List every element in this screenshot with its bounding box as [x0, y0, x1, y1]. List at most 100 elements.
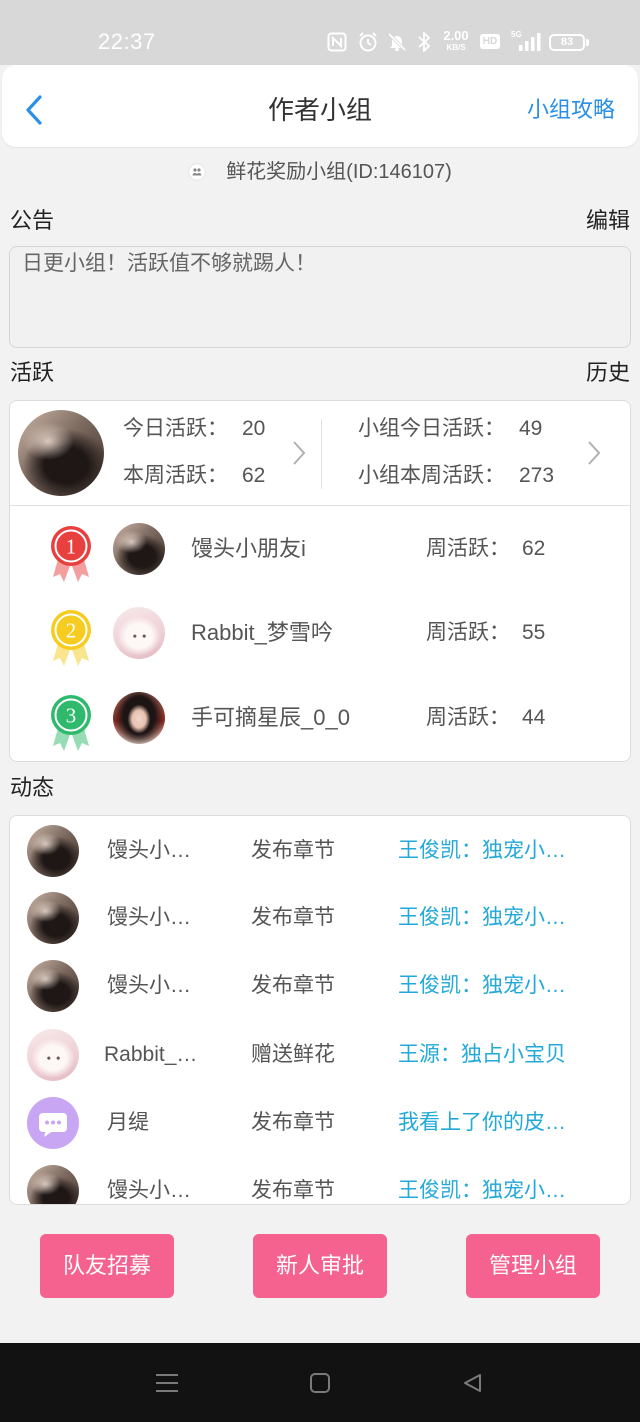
group-info: 鲜花奖励小组(ID:146107): [0, 158, 640, 186]
signal-icon: [519, 33, 541, 51]
net-speed-unit: KB/S: [446, 43, 466, 52]
member-name: Rabbit_梦雪吟: [191, 620, 333, 645]
group-today-activity: 小组今日活跃： 49: [358, 414, 542, 444]
history-button[interactable]: 历史: [586, 359, 630, 387]
status-bar: 22:37 2.00 KB/S HD 5G 83: [0, 0, 640, 65]
activity-label: 活跃: [10, 360, 55, 385]
home-square-icon[interactable]: [309, 1372, 331, 1394]
week-activity: 本周活跃： 62: [123, 461, 265, 491]
alarm-icon: [359, 32, 377, 52]
ranking-row[interactable]: 1 馒头小朋友i 周活跃： 62: [10, 519, 630, 582]
group-week-activity: 小组本周活跃： 273: [358, 461, 554, 491]
feed-item[interactable]: Rabbit_… 赠送鲜花 王源：独占小宝贝: [10, 1025, 630, 1085]
top-app-bar: 作者小组 小组攻略: [2, 65, 638, 147]
group-activity-summary[interactable]: 小组今日活跃： 49 小组本周活跃： 273: [322, 401, 630, 505]
group-today-activity-label: 小组今日活跃：: [358, 417, 505, 440]
chevron-right-icon: [293, 441, 306, 465]
approve-newcomers-button[interactable]: 新人审批: [253, 1234, 387, 1298]
announcement-text: 日更小组！活跃值不够就踢人！: [9, 246, 631, 348]
week-activity-label: 周活跃：: [426, 706, 510, 729]
week-activity-label: 周活跃：: [426, 621, 510, 644]
rank-number: 1: [66, 535, 77, 559]
divider: [10, 505, 630, 506]
feed-item[interactable]: 馒头小… 发布章节 王俊凯：独宠小…: [10, 956, 630, 1016]
group-week-activity-value: 273: [519, 464, 555, 487]
feed-action: 发布章节: [251, 974, 335, 997]
avatar: [113, 523, 165, 575]
feed-target-link[interactable]: 王俊凯：独宠小…: [398, 1176, 566, 1204]
feed-item[interactable]: 馒头小… 发布章节 王俊凯：独宠小…: [10, 821, 630, 881]
member-name: 馒头小朋友i: [191, 536, 306, 561]
feed-list[interactable]: 馒头小… 发布章节 王俊凯：独宠小… 馒头小… 发布章节 王俊凯：独宠小… 馒头…: [9, 815, 631, 1205]
medal-rank-1-icon: 1: [51, 526, 91, 582]
status-time: 22:37: [98, 29, 156, 54]
feed-user-name: 馒头小…: [107, 974, 191, 997]
nfc-icon: [327, 32, 347, 52]
feed-target-link[interactable]: 王俊凯：独宠小…: [398, 903, 566, 933]
rank-number: 2: [66, 619, 77, 643]
feed-user-name: Rabbit_…: [104, 1043, 198, 1066]
feed-action: 发布章节: [251, 906, 335, 929]
feed-target-link[interactable]: 王源：独占小宝贝: [398, 1040, 566, 1070]
feed-target-link[interactable]: 我看上了你的皮…: [398, 1108, 566, 1138]
feed-action: 发布章节: [251, 1179, 335, 1202]
medal-rank-2-icon: 2: [51, 610, 91, 666]
feed-item[interactable]: 月缇 发布章节 我看上了你的皮…: [10, 1093, 630, 1153]
week-activity-label: 周活跃：: [426, 537, 510, 560]
manage-group-button[interactable]: 管理小组: [466, 1234, 600, 1298]
personal-activity-summary[interactable]: 今日活跃： 20 本周活跃： 62: [10, 401, 321, 505]
today-activity-label: 今日活跃：: [123, 417, 228, 440]
today-activity-value: 20: [242, 417, 266, 440]
net-speed: 2.00 KB/S: [439, 29, 473, 53]
today-activity: 今日活跃： 20: [123, 414, 265, 444]
bell-off-icon: [387, 32, 407, 52]
hd-icon: HD: [480, 34, 500, 49]
ranking-row[interactable]: 2 Rabbit_梦雪吟 周活跃： 55: [10, 603, 630, 666]
net-speed-value: 2.00: [443, 28, 469, 43]
edit-announcement-button[interactable]: 编辑: [586, 207, 630, 235]
battery-icon: 83: [549, 34, 585, 51]
battery-cap: [586, 39, 589, 46]
feed-label: 动态: [10, 775, 55, 800]
group-today-activity-value: 49: [519, 417, 543, 440]
week-activity-value: 44: [522, 706, 546, 729]
back-triangle-icon[interactable]: [461, 1372, 483, 1394]
feed-target-link[interactable]: 王俊凯：独宠小…: [398, 971, 566, 1001]
avatar[interactable]: [27, 1097, 79, 1149]
feed-user-name: 馒头小…: [107, 906, 191, 929]
chat-bubble-icon: [39, 1113, 67, 1137]
member-name: 手可摘星辰_0_0: [191, 705, 350, 730]
chevron-right-icon: [588, 441, 601, 465]
bluetooth-icon: [418, 32, 430, 52]
group-members-icon: [188, 163, 206, 181]
group-guide-link[interactable]: 小组攻略: [527, 95, 615, 125]
avatar: [113, 692, 165, 744]
member-week-activity: 周活跃： 55: [426, 618, 545, 648]
feed-item[interactable]: 馒头小… 发布章节 王俊凯：独宠小…: [10, 888, 630, 948]
my-avatar: [18, 410, 104, 496]
page-title: 作者小组: [267, 95, 372, 125]
feed-target-link[interactable]: 王俊凯：独宠小…: [398, 836, 566, 866]
week-activity-value: 62: [242, 464, 266, 487]
avatar[interactable]: [27, 825, 79, 877]
feed-user-name: 馒头小…: [107, 1179, 191, 1202]
back-chevron-icon[interactable]: [23, 94, 47, 126]
avatar[interactable]: [27, 1165, 79, 1204]
week-activity-value: 55: [522, 621, 546, 644]
member-week-activity: 周活跃： 62: [426, 534, 545, 564]
recruit-teammates-button[interactable]: 队友招募: [40, 1234, 174, 1298]
member-week-activity: 周活跃： 44: [426, 703, 545, 733]
medal-rank-3-icon: 3: [51, 695, 91, 751]
avatar[interactable]: [27, 960, 79, 1012]
menu-icon[interactable]: [155, 1372, 179, 1394]
week-activity-label: 本周活跃：: [123, 464, 228, 487]
system-nav-bar: [0, 1343, 640, 1422]
feed-action: 发布章节: [251, 839, 335, 862]
avatar[interactable]: [27, 892, 79, 944]
avatar: [113, 607, 165, 659]
rank-number: 3: [66, 704, 77, 728]
feed-item[interactable]: 馒头小… 发布章节 王俊凯：独宠小…: [10, 1161, 630, 1204]
ranking-row[interactable]: 3 手可摘星辰_0_0 周活跃： 44: [10, 688, 630, 751]
feed-action: 发布章节: [251, 1111, 335, 1134]
avatar[interactable]: [27, 1029, 79, 1081]
